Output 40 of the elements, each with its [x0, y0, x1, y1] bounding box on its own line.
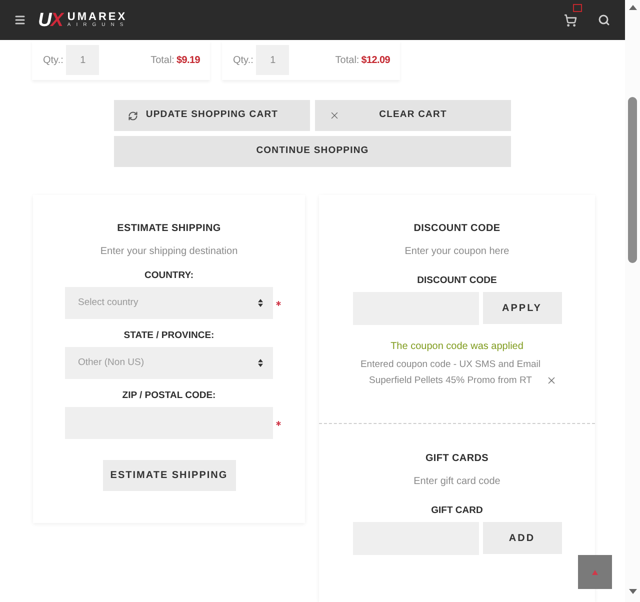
total-price: $12.09 — [361, 54, 390, 68]
total-price: $9.19 — [176, 54, 200, 68]
section-title: GIFT CARDS — [425, 452, 489, 466]
field-label: DISCOUNT CODE — [417, 275, 497, 287]
continue-shopping-button[interactable]: CONTINUE SHOPPING — [114, 136, 511, 167]
qty-label: Qty.: — [43, 54, 64, 68]
total-label: Total: — [150, 54, 174, 68]
scroll-up-arrow-icon[interactable] — [628, 5, 636, 10]
select-caret-icon — [258, 359, 263, 367]
close-icon — [329, 110, 340, 121]
success-message: The coupon code was applied — [390, 341, 524, 353]
refresh-icon — [128, 110, 138, 120]
qty-label: Qty.: — [233, 54, 254, 68]
logo-mark[interactable]: UX — [38, 12, 62, 28]
scrollbar-thumb[interactable] — [628, 97, 637, 263]
up-arrow-icon — [592, 570, 598, 574]
section-title: DISCOUNT CODE — [414, 222, 500, 236]
select-caret-icon — [258, 299, 263, 307]
menu-icon[interactable] — [14, 14, 26, 26]
section-title: ESTIMATE SHIPPING — [117, 222, 221, 236]
section-subtitle: Enter your coupon here — [404, 245, 510, 259]
section-subtitle: Enter gift card code — [414, 475, 500, 489]
clear-cart-button[interactable]: CLEAR CART — [315, 100, 511, 131]
cart-icon[interactable] — [564, 14, 577, 26]
field-label: COUNTRY: — [144, 270, 194, 282]
applied-coupon-text: Entered coupon code - UX SMS and Email Superfield Pellets 45% Promo from RT — [359, 358, 542, 388]
add-button[interactable]: ADD — [482, 522, 562, 554]
update-cart-button[interactable]: UPDATE SHOPPING CART — [114, 100, 310, 131]
field-label: ZIP / POSTAL CODE: — [122, 390, 216, 402]
remove-coupon-icon[interactable] — [546, 375, 556, 386]
search-icon[interactable] — [598, 14, 610, 26]
total-label: Total: — [335, 54, 360, 68]
field-label: STATE / PROVINCE: — [124, 330, 214, 342]
estimate-shipping-button[interactable]: ESTIMATE SHIPPING — [102, 460, 236, 491]
field-label: GIFT CARD — [431, 505, 483, 517]
apply-button[interactable]: APPLY — [482, 292, 562, 324]
cart-badge-icon — [573, 4, 582, 12]
section-subtitle: Enter your shipping destination — [100, 245, 238, 259]
scroll-down-arrow-icon[interactable] — [628, 589, 636, 594]
logo-wordmark[interactable]: UMAREX — [67, 12, 129, 22]
